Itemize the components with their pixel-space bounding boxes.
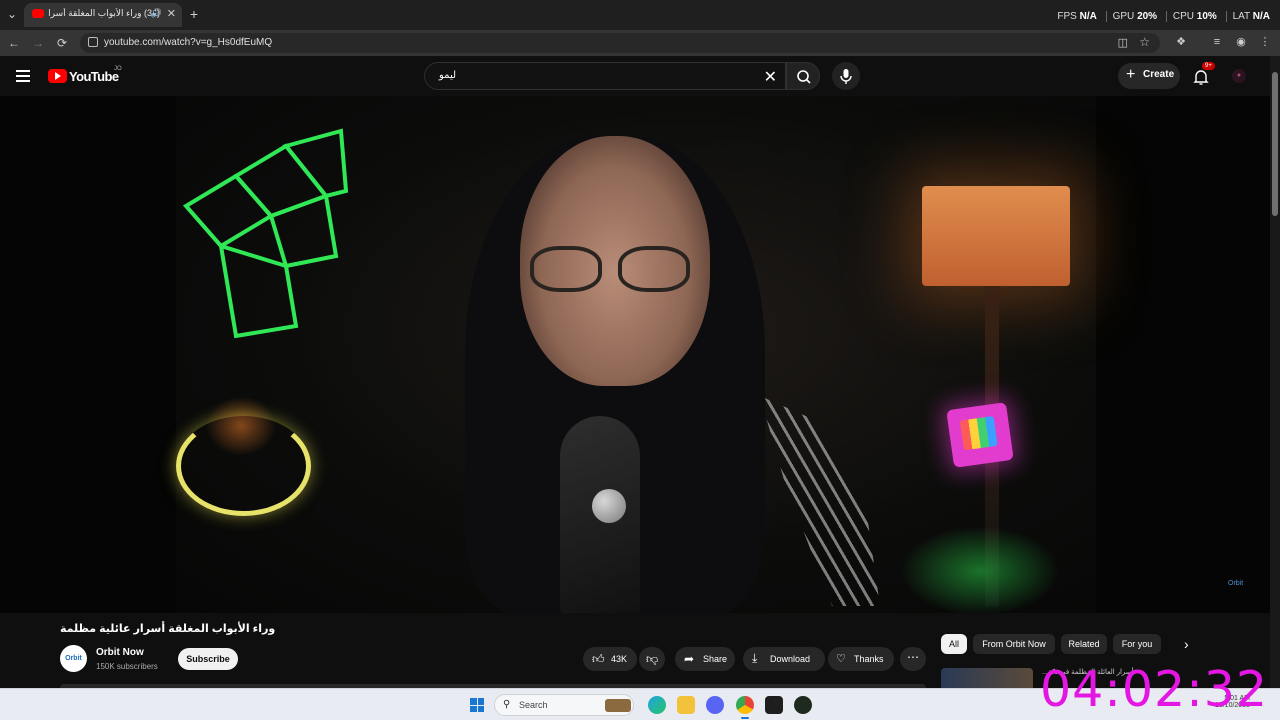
video-title: وراء الأبواب المغلقة أسرار عائلية مظلمة — [60, 623, 276, 635]
taskbar-search-box[interactable]: ⚲ Search — [494, 694, 634, 716]
youtube-header: YouTube JO ليمو ✕ + Create 9+ ● — [0, 56, 1280, 96]
reload-icon[interactable]: ⟳ — [54, 35, 70, 51]
discord-icon[interactable] — [706, 696, 724, 714]
plus-icon: + — [1126, 66, 1136, 83]
gpu-stat: GPU 20% — [1105, 11, 1157, 22]
notifications-button[interactable]: 9+ — [1192, 62, 1215, 86]
browser-tab-youtube[interactable]: (34) وراء الأبواب المغلقة أسرار عائلية م… — [24, 3, 182, 27]
bell-icon — [1193, 70, 1209, 85]
subscribe-button[interactable]: Subscribe — [178, 648, 238, 670]
chrome-active-indicator — [741, 717, 749, 719]
recommended-video-thumbnail[interactable] — [941, 668, 1033, 688]
hamburger-menu-icon[interactable] — [16, 70, 30, 82]
search-input[interactable]: ليمو ✕ — [424, 62, 786, 90]
performance-overlay: FPS N/A GPU 20% CPU 10% LAT N/A — [1045, 11, 1270, 22]
audio-playing-icon[interactable]: 🔊 — [151, 8, 162, 19]
download-button[interactable]: ⤓ Download — [743, 647, 825, 671]
chevron-right-icon[interactable]: › — [1184, 636, 1189, 652]
file-explorer-icon[interactable] — [677, 696, 695, 714]
thanks-heart-icon: ♡ — [836, 653, 846, 665]
tab-search-chevron-icon[interactable]: ⌄ — [4, 6, 20, 22]
thumbs-up-icon: 👍︎ — [592, 652, 605, 666]
chrome-icon[interactable] — [736, 696, 754, 714]
chip-related[interactable]: Related — [1061, 634, 1107, 654]
search-highlight-image — [605, 699, 631, 712]
more-actions-button[interactable]: ⋯ — [900, 647, 926, 671]
browser-tab-strip: ⌄ (34) وراء الأبواب المغلقة أسرار عائلية… — [0, 0, 1280, 30]
video-player[interactable]: Orbit — [0, 96, 1270, 613]
microphone-icon — [840, 69, 852, 84]
channel-watermark: Orbit — [1228, 580, 1244, 587]
scrollbar-thumb[interactable] — [1272, 72, 1278, 216]
forward-arrow-icon[interactable]: → — [30, 35, 46, 51]
media-controls-icon[interactable]: ≡ — [1210, 35, 1224, 49]
tab-close-icon[interactable]: ✕ — [167, 7, 176, 20]
windows-start-icon[interactable] — [470, 698, 484, 712]
download-label: Download — [770, 654, 811, 664]
share-label: Share — [703, 654, 728, 664]
youtube-favicon-icon — [32, 9, 44, 18]
site-info-icon[interactable] — [88, 37, 98, 47]
search-button[interactable] — [786, 62, 820, 90]
taskbar-search-label: Search — [519, 700, 548, 710]
extensions-puzzle-icon[interactable]: ❖ — [1174, 35, 1188, 49]
bookmark-star-icon[interactable]: ☆ — [1139, 35, 1150, 49]
voice-search-button[interactable] — [832, 62, 860, 90]
back-arrow-icon[interactable]: ← — [6, 35, 22, 51]
dislike-button[interactable]: 👎︎ — [639, 647, 665, 671]
share-button[interactable]: ➦ Share — [675, 647, 735, 671]
share-arrow-icon: ➦ — [684, 652, 695, 666]
stream-timer-overlay: 04:02:32 — [1040, 661, 1269, 718]
fps-stat: FPS N/A — [1057, 11, 1097, 22]
new-tab-plus-icon[interactable]: + — [186, 6, 202, 22]
profile-icon[interactable]: ◉ — [1234, 35, 1248, 49]
account-avatar[interactable]: ● — [1232, 69, 1246, 83]
ring-light — [176, 416, 311, 516]
lat-stat: LAT N/A — [1225, 11, 1270, 22]
terminal-icon[interactable] — [765, 696, 783, 714]
taskbar-search-icon: ⚲ — [503, 699, 511, 710]
presenter-glasses — [530, 246, 695, 296]
like-count: 43K — [611, 654, 628, 664]
search-icon — [797, 70, 811, 84]
search-query-text: ليمو — [439, 70, 457, 81]
notification-badge: 9+ — [1202, 62, 1215, 70]
browser-toolbar: ← → ⟳ youtube.com/watch?v=g_Hs0dfEuMQ ◫ … — [0, 30, 1280, 56]
channel-avatar[interactable]: Orbit — [60, 645, 87, 672]
edge-browser-icon[interactable] — [648, 696, 666, 714]
android-studio-icon[interactable] — [794, 696, 812, 714]
cast-icon[interactable]: ◫ — [1118, 36, 1128, 49]
green-neon-light-panels — [182, 128, 349, 339]
create-label: Create — [1143, 69, 1175, 80]
download-icon: ⤓ — [752, 651, 758, 665]
like-button[interactable]: 👍︎ 43K — [583, 647, 637, 671]
floor-lamp-shade — [922, 186, 1070, 286]
thanks-label: Thanks — [854, 654, 884, 664]
chip-from-channel[interactable]: From Orbit Now — [973, 634, 1055, 654]
channel-name[interactable]: Orbit Now — [96, 647, 144, 658]
subscriber-count: 150K subscribers — [96, 662, 158, 671]
cpu-stat: CPU 10% — [1165, 11, 1217, 22]
clear-search-icon[interactable]: ✕ — [764, 67, 777, 87]
tab-title: (34) وراء الأبواب المغلقة أسرار عائلية م… — [48, 8, 160, 18]
youtube-play-logo-icon — [48, 69, 67, 83]
green-floor-glow — [900, 526, 1060, 613]
browser-menu-icon[interactable]: ⋮ — [1258, 35, 1272, 49]
create-button[interactable]: + Create — [1118, 63, 1180, 89]
chip-all[interactable]: All — [941, 634, 967, 654]
pink-logo-prop — [946, 402, 1014, 468]
more-dots-icon: ⋯ — [907, 650, 919, 664]
microphone-ball — [592, 489, 626, 523]
url-text: youtube.com/watch?v=g_Hs0dfEuMQ — [104, 37, 273, 48]
country-code: JO — [114, 66, 122, 72]
chip-for-you[interactable]: For you — [1113, 634, 1161, 654]
thumbs-down-icon: 👎︎ — [646, 652, 659, 666]
youtube-wordmark: YouTube — [69, 69, 119, 84]
address-bar[interactable]: youtube.com/watch?v=g_Hs0dfEuMQ ◫ ☆ — [80, 33, 1160, 53]
thanks-button[interactable]: ♡ Thanks — [828, 647, 894, 671]
